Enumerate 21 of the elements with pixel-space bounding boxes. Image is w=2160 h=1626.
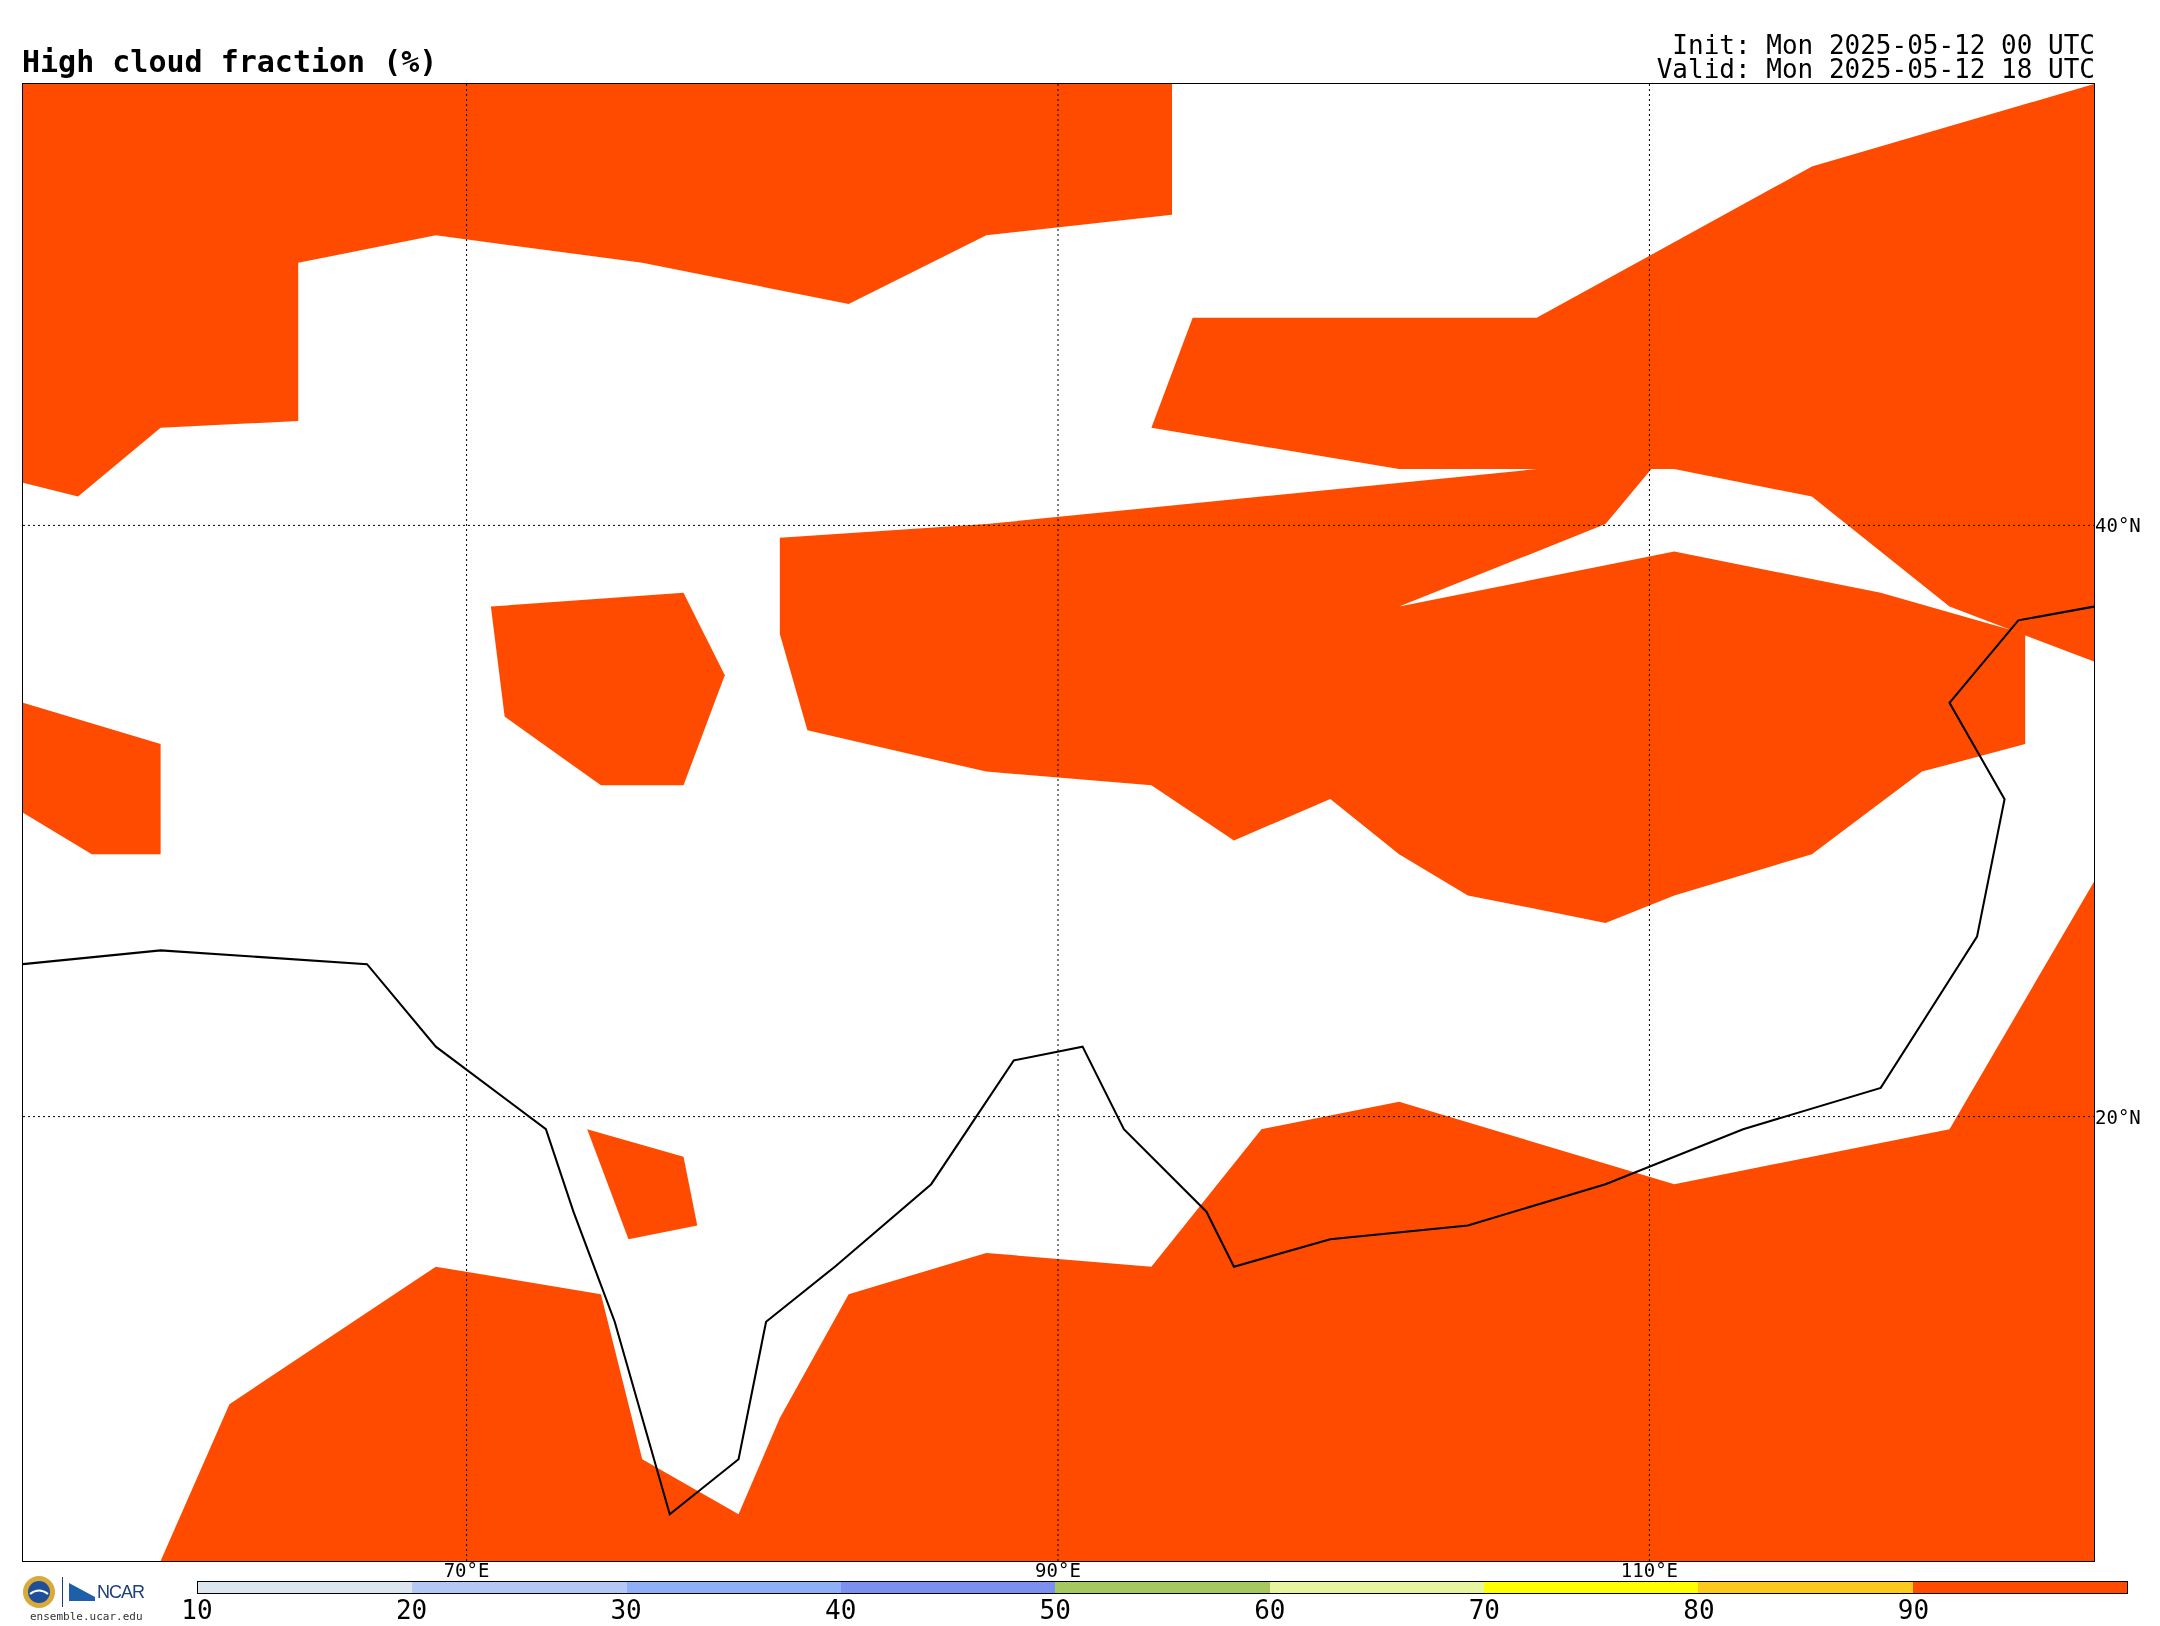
- ncar-logo-text: NCAR: [97, 1581, 144, 1603]
- scale-tick-label: 60: [1254, 1594, 1286, 1626]
- scale-tick-label: 90: [1897, 1594, 1930, 1626]
- website-label: ensemble.ucar.edu: [29, 1610, 144, 1623]
- longitude-label: 110°E: [1620, 1561, 1678, 1579]
- scale-tick-label: 20: [395, 1594, 428, 1626]
- longitude-label: 90°E: [1035, 1561, 1081, 1579]
- scale-tick-label: 40: [825, 1594, 857, 1626]
- latitude-label: 40°N: [2094, 514, 2141, 537]
- scale-tick-label: 10: [181, 1594, 213, 1626]
- scale-tick-label: 70: [1468, 1594, 1501, 1626]
- swoosh-icon: [69, 1583, 95, 1601]
- scale-tick-label: 30: [610, 1594, 642, 1626]
- chart-title: High cloud fraction (%): [22, 47, 438, 81]
- scale-tick-label: 50: [1039, 1594, 1071, 1626]
- emblem-icon: [22, 1575, 56, 1609]
- longitude-label: 70°E: [443, 1561, 490, 1579]
- latitude-label: 20°N: [2094, 1105, 2141, 1128]
- run-time-label: Init: Mon 2025-05-12 00 UTC: [1672, 33, 2095, 57]
- scale-tick-label: 80: [1683, 1594, 1715, 1626]
- run-time-label: Valid: Mon 2025-05-12 18 UTC: [1656, 57, 2095, 81]
